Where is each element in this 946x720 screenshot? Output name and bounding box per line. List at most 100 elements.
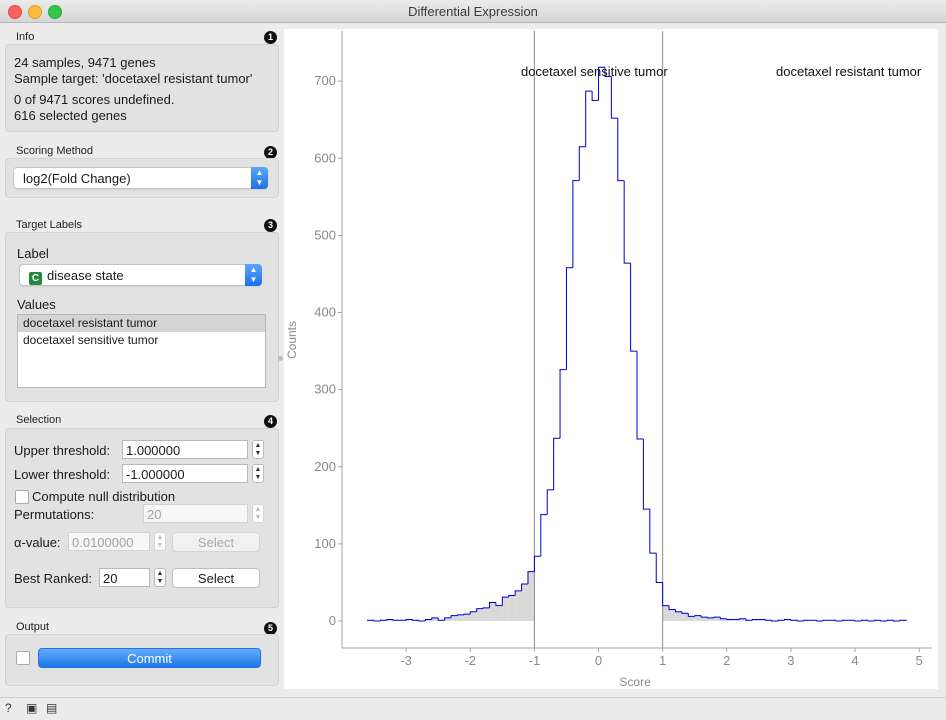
- tail-fill-bin: [495, 605, 503, 622]
- selection-badge: 4: [264, 415, 277, 428]
- tail-fill-bin: [675, 611, 682, 622]
- histogram-bin: [687, 613, 695, 617]
- permutations-stepper[interactable]: ▲ ▼: [252, 504, 264, 523]
- y-tick-label: 100: [314, 536, 336, 551]
- permutations-input[interactable]: 20: [143, 504, 248, 523]
- tail-fill-bin: [694, 615, 702, 622]
- histogram-bin: [495, 602, 503, 607]
- tail-fill-layer: [367, 571, 907, 622]
- x-tick-label: -2: [464, 653, 476, 668]
- title-bar: Differential Expression: [0, 0, 946, 23]
- x-tick-label: 3: [787, 653, 794, 668]
- save-icon[interactable]: ▣: [26, 701, 37, 715]
- alpha-input[interactable]: 0.0100000: [68, 532, 150, 551]
- histogram-bin: [764, 619, 772, 621]
- resistant-tumor-annotation: docetaxel resistant tumor: [776, 64, 922, 79]
- lower-threshold-label: Lower threshold:: [14, 467, 111, 482]
- permutations-label: Permutations:: [14, 507, 95, 522]
- upper-threshold-input[interactable]: 1.000000: [122, 440, 248, 459]
- histogram-bin: [835, 620, 843, 622]
- histogram-bin: [790, 619, 798, 621]
- histogram-bin: [655, 553, 663, 583]
- x-tick-label: 0: [595, 653, 602, 668]
- values-list-item[interactable]: docetaxel resistant tumor: [18, 315, 265, 332]
- histogram-bin: [578, 146, 586, 181]
- splitter-handle[interactable]: [278, 356, 283, 361]
- tail-fill-bin: [451, 615, 458, 622]
- histogram-bin: [559, 369, 567, 439]
- best-ranked-select-button[interactable]: Select: [172, 568, 260, 588]
- scoring-method-value: log2(Fold Change): [23, 171, 131, 186]
- y-tick-label: 200: [314, 459, 336, 474]
- x-tick-label: -3: [400, 653, 412, 668]
- best-ranked-stepper[interactable]: ▲ ▼: [154, 568, 166, 587]
- histogram-bin: [623, 180, 631, 264]
- histogram-bin: [630, 263, 637, 352]
- values-list[interactable]: docetaxel resistant tumor docetaxel sens…: [17, 314, 266, 388]
- histogram-plot-panel: -3 -2 -1 0 1 2 3 4 5 0 100 200 300 400 500 600 700 doce…: [284, 29, 938, 689]
- histogram-bin: [540, 514, 548, 557]
- tail-fill-bin: [681, 613, 689, 622]
- histogram-bin: [636, 351, 644, 440]
- histogram-bin: [700, 615, 708, 618]
- help-icon[interactable]: ?: [5, 701, 12, 715]
- histogram-bin: [565, 267, 573, 370]
- tail-fill-bin: [701, 617, 708, 622]
- histogram-bin: [796, 620, 804, 622]
- auto-commit-checkbox[interactable]: [16, 651, 30, 665]
- scoring-method-combo[interactable]: log2(Fold Change) ▲ ▼: [13, 167, 268, 189]
- y-axis-label: Counts: [285, 321, 299, 359]
- values-caption: Values: [17, 297, 56, 312]
- info-line-selected: 616 selected genes: [14, 108, 127, 123]
- info-line-undefined: 0 of 9471 scores undefined.: [14, 92, 175, 107]
- histogram-bin: [585, 90, 593, 147]
- target-badge: 3: [264, 219, 277, 232]
- info-badge: 1: [264, 31, 277, 44]
- tail-fill-bin: [521, 583, 528, 622]
- histogram-bin: [373, 620, 381, 622]
- tail-fill-bin: [688, 616, 695, 622]
- tail-fill-bin: [527, 571, 535, 622]
- histogram-bin: [854, 620, 862, 622]
- output-section-title: Output: [16, 621, 50, 633]
- info-line-samples: 24 samples, 9471 genes: [14, 55, 156, 70]
- y-tick-label: 400: [314, 305, 336, 320]
- compute-null-label: Compute null distribution: [32, 489, 176, 504]
- tail-fill-bin: [483, 607, 490, 622]
- best-ranked-input[interactable]: 20: [99, 568, 150, 587]
- scoring-section-title: Scoring Method: [16, 145, 94, 157]
- x-tick-label: 4: [851, 653, 858, 668]
- upper-threshold-stepper[interactable]: ▲ ▼: [252, 440, 264, 459]
- alpha-stepper[interactable]: ▲ ▼: [154, 532, 166, 551]
- alpha-select-button[interactable]: Select: [172, 532, 260, 552]
- sensitive-tumor-annotation: docetaxel sensitive tumor: [521, 64, 668, 79]
- compute-null-checkbox[interactable]: [15, 490, 29, 504]
- histogram-bin: [392, 619, 400, 621]
- threshold-lines: [533, 31, 664, 648]
- report-icon[interactable]: ▤: [46, 701, 57, 715]
- x-tick-label: -1: [529, 653, 541, 668]
- lower-threshold-input[interactable]: -1.000000: [122, 464, 248, 483]
- lower-threshold-stepper[interactable]: ▲ ▼: [252, 464, 264, 483]
- tail-fill-bin: [502, 597, 509, 622]
- info-section-title: Info: [16, 31, 35, 43]
- histogram-bin: [681, 611, 689, 614]
- x-tick-label: 2: [723, 653, 730, 668]
- score-histogram-chart[interactable]: -3 -2 -1 0 1 2 3 4 5 0 100 200 300 400 500 600 700 doce…: [284, 29, 938, 689]
- histogram-bin: [591, 91, 599, 101]
- tail-fill-bin: [489, 602, 496, 622]
- histogram-bin: [649, 509, 657, 554]
- values-list-item[interactable]: docetaxel sensitive tumor: [18, 332, 265, 349]
- histogram-bin: [893, 620, 900, 622]
- x-tick-label: 5: [916, 653, 923, 668]
- histogram-bin: [553, 437, 561, 490]
- commit-button[interactable]: Commit: [38, 648, 261, 668]
- label-combo[interactable]: Cdisease state ▲ ▼: [19, 264, 262, 286]
- histogram-bin: [642, 438, 650, 510]
- info-box: 24 samples, 9471 genes Sample target: 'd…: [5, 44, 279, 132]
- tail-fill-bin: [470, 611, 477, 622]
- histogram-bin: [617, 118, 625, 182]
- histogram-bin: [674, 609, 682, 613]
- histogram-bin: [662, 582, 670, 607]
- info-line-target: Sample target: 'docetaxel resistant tumo…: [14, 71, 253, 86]
